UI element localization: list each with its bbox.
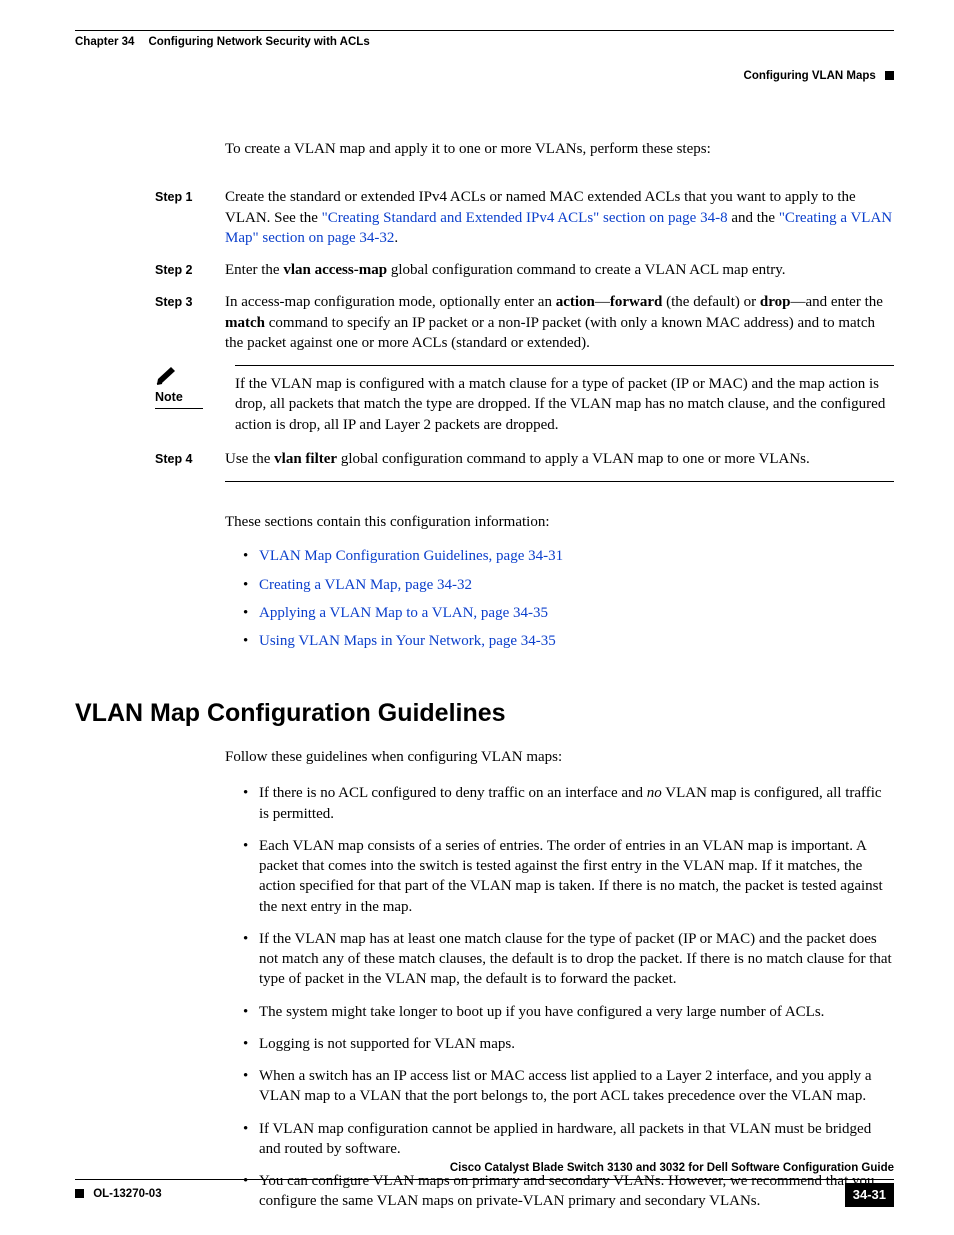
page-header: Chapter 34 Configuring Network Security …: [75, 30, 894, 84]
note-text: If the VLAN map is configured with a mat…: [235, 374, 894, 435]
steps-block: Step 1 Create the standard or extended I…: [75, 187, 894, 469]
xref-link[interactable]: Creating a VLAN Map, page 34-32: [243, 571, 894, 599]
page-number: 34-31: [845, 1183, 894, 1207]
step-3: Step 3 In access-map configuration mode,…: [75, 292, 894, 353]
list-item: Logging is not supported for VLAN maps.: [243, 1028, 894, 1060]
note-label: Note: [155, 389, 203, 409]
step-text: Use the vlan filter global configuration…: [225, 449, 894, 469]
step-text: Enter the vlan access-map global configu…: [225, 260, 894, 280]
guidelines-intro: Follow these guidelines when configuring…: [225, 747, 894, 767]
guidelines-list: If there is no ACL configured to deny tr…: [243, 777, 894, 1217]
page: Chapter 34 Configuring Network Security …: [0, 0, 954, 1235]
note-block: Note If the VLAN map is configured with …: [75, 365, 894, 435]
footer-marker-icon: [75, 1189, 84, 1198]
list-item: If the VLAN map has at least one match c…: [243, 923, 894, 996]
book-title: Cisco Catalyst Blade Switch 3130 and 303…: [450, 1162, 894, 1174]
intro-text: To create a VLAN map and apply it to one…: [225, 139, 894, 159]
step-text: In access-map configuration mode, option…: [225, 292, 894, 353]
xref-link[interactable]: VLAN Map Configuration Guidelines, page …: [243, 542, 894, 570]
list-item: If there is no ACL configured to deny tr…: [243, 777, 894, 830]
header-marker-icon: [885, 71, 894, 80]
list-item: If VLAN map configuration cannot be appl…: [243, 1113, 894, 1166]
step-2: Step 2 Enter the vlan access-map global …: [75, 260, 894, 280]
chapter-label: Chapter 34: [75, 35, 134, 51]
list-item: Each VLAN map consists of a series of en…: [243, 830, 894, 923]
list-item: When a switch has an IP access list or M…: [243, 1060, 894, 1113]
list-item: The system might take longer to boot up …: [243, 996, 894, 1028]
sections-intro: These sections contain this configuratio…: [225, 512, 894, 532]
step-1: Step 1 Create the standard or extended I…: [75, 187, 894, 248]
section-name: Configuring VLAN Maps: [744, 70, 876, 82]
step-label: Step 4: [155, 449, 225, 469]
xref-link[interactable]: Applying a VLAN Map to a VLAN, page 34-3…: [243, 599, 894, 627]
section-heading: VLAN Map Configuration Guidelines: [75, 697, 894, 731]
step-text: Create the standard or extended IPv4 ACL…: [225, 187, 894, 248]
xref-link[interactable]: Using VLAN Maps in Your Network, page 34…: [243, 627, 894, 655]
step-4: Step 4 Use the vlan filter global config…: [75, 449, 894, 469]
step-label: Step 2: [155, 260, 225, 280]
chapter-title: Configuring Network Security with ACLs: [148, 35, 369, 51]
step-label: Step 3: [155, 292, 225, 353]
step-label: Step 1: [155, 187, 225, 248]
page-footer: Cisco Catalyst Blade Switch 3130 and 303…: [75, 1161, 894, 1207]
xref-link[interactable]: "Creating Standard and Extended IPv4 ACL…: [322, 210, 728, 226]
divider: [225, 481, 894, 482]
doc-id: OL-13270-03: [93, 1188, 161, 1200]
section-links-list: VLAN Map Configuration Guidelines, page …: [243, 542, 894, 655]
pencil-icon: [155, 365, 183, 387]
